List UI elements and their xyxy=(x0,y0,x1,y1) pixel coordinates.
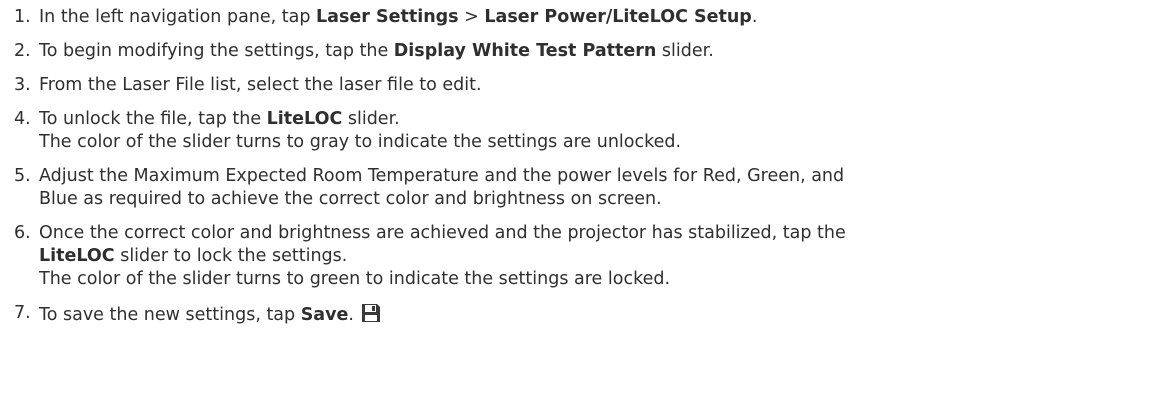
step-4: 4. To unlock the file, tap the LiteLOC s… xyxy=(14,108,1173,154)
step-3: 3. From the Laser File list, select the … xyxy=(14,74,1173,97)
step-result-note: The color of the slider turns to gray to… xyxy=(39,132,682,152)
ui-term: LiteLOC xyxy=(266,109,343,129)
step-text: Adjust the Maximum Expected Room Tempera… xyxy=(39,166,845,209)
ui-term: Display White Test Pattern xyxy=(393,41,657,61)
ui-term: Laser Power/LiteLOC Setup xyxy=(484,7,752,27)
step-text: In the left navigation pane, tap Laser S… xyxy=(39,7,758,27)
step-6: 6. Once the correct color and brightness… xyxy=(14,222,1173,291)
step-5: 5. Adjust the Maximum Expected Room Temp… xyxy=(14,165,1173,211)
ui-term: LiteLOC xyxy=(39,246,115,266)
step-number: 1. xyxy=(14,7,31,27)
step-number: 5. xyxy=(14,166,31,186)
step-number: 4. xyxy=(14,109,31,129)
step-text: To unlock the file, tap the LiteLOC slid… xyxy=(39,108,1173,154)
ui-term: Save xyxy=(300,305,349,325)
step-number: 2. xyxy=(14,41,31,61)
step-text: Once the correct color and brightness ar… xyxy=(39,222,1173,291)
step-text: From the Laser File list, select the las… xyxy=(39,75,482,95)
step-number: 3. xyxy=(14,75,31,95)
save-icon xyxy=(361,304,380,322)
step-number: 7. xyxy=(14,303,31,323)
ui-term: Laser Settings xyxy=(316,7,459,27)
step-1: 1. In the left navigation pane, tap Lase… xyxy=(14,6,1173,29)
step-7: 7. To save the new settings, tap Save. xyxy=(14,302,1173,327)
step-text: To begin modifying the settings, tap the… xyxy=(39,41,714,61)
step-number: 6. xyxy=(14,223,31,243)
procedure-steps: 1. In the left navigation pane, tap Lase… xyxy=(0,0,1173,327)
step-text: To save the new settings, tap Save. xyxy=(39,302,1173,327)
step-2: 2. To begin modifying the settings, tap … xyxy=(14,40,1173,63)
step-result-note: The color of the slider turns to green t… xyxy=(39,269,671,289)
